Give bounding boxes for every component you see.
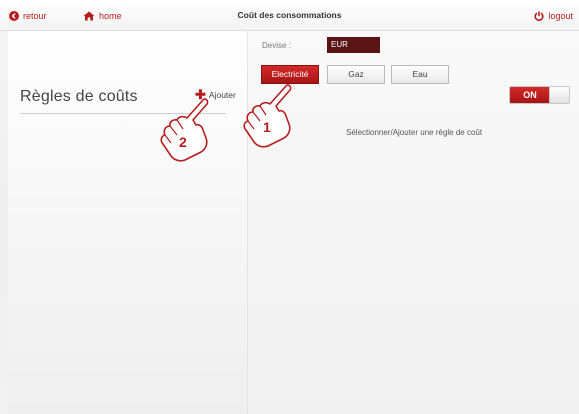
tab-gaz[interactable]: Gaz (327, 65, 385, 84)
logout-link[interactable]: logout (534, 9, 573, 23)
toggle-on-label: ON (510, 87, 550, 103)
power-icon (534, 11, 545, 21)
currency-select[interactable]: EUR (327, 37, 380, 53)
empty-state-hint: Sélectionner/Ajouter une règle de coût (346, 128, 483, 137)
currency-label: Devise : (262, 41, 291, 50)
app-frame: retour home Coût des consommations logou… (0, 0, 579, 414)
rules-title: Règles de coûts (20, 88, 138, 105)
logout-label: logout (548, 11, 573, 21)
callout-1-number: 1 (263, 119, 271, 135)
callout-1: 1 (240, 82, 296, 163)
callout-2-number: 2 (179, 134, 187, 150)
page-title: Coût des consommations (237, 10, 342, 20)
on-off-toggle[interactable]: ON (509, 86, 570, 104)
toggle-knob (549, 87, 569, 103)
tab-eau[interactable]: Eau (391, 65, 449, 84)
callout-2: 2 (157, 96, 213, 177)
